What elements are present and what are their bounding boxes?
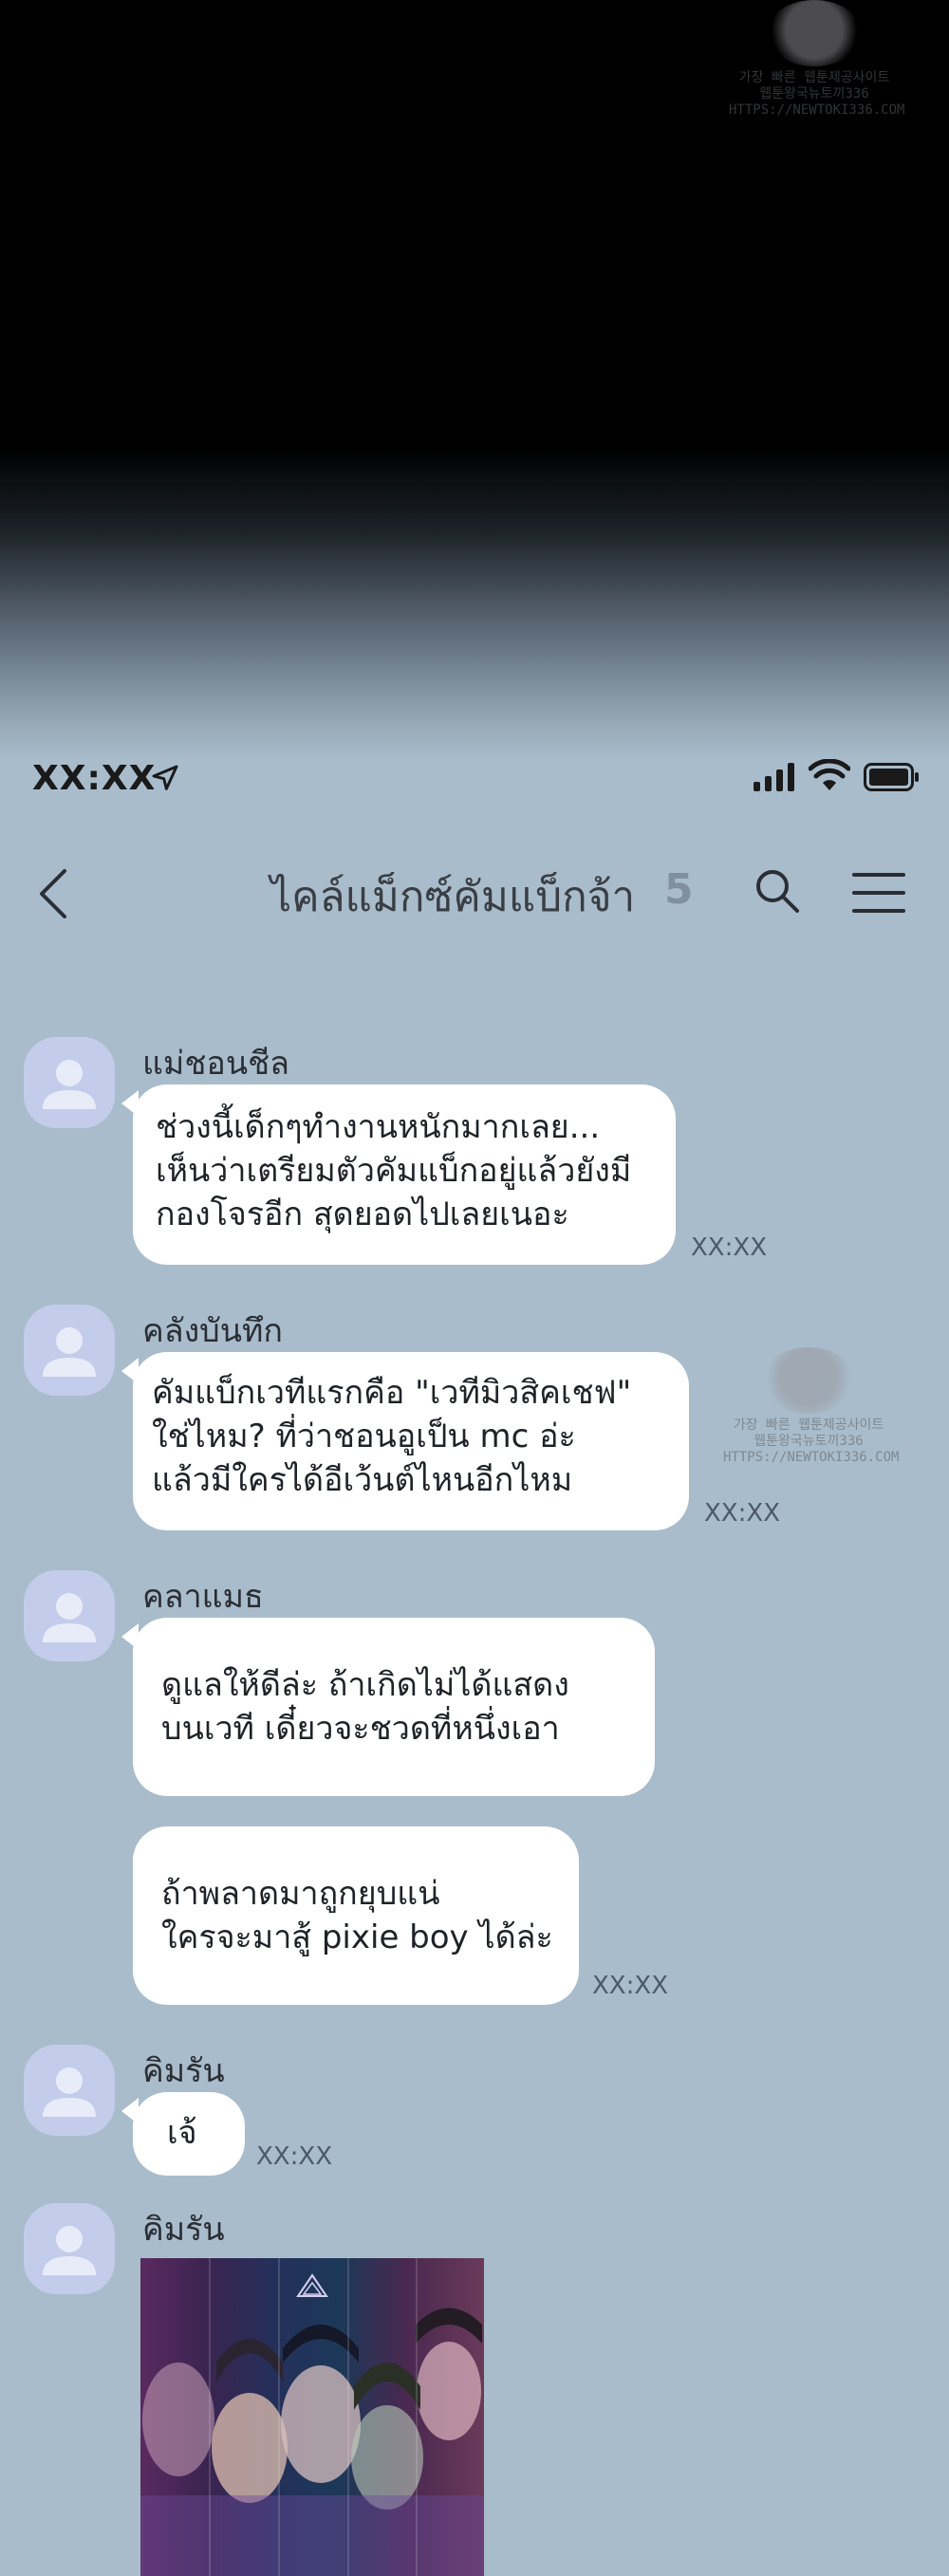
message-line: ถ้าพลาดมาถูกยุบแน่ [161, 1875, 440, 1913]
artwork-divider [347, 2258, 349, 2576]
bubble-tail [121, 2098, 139, 2124]
hamburger-menu-icon[interactable] [850, 871, 907, 915]
sender-name: แม่ชอนชีล [142, 1045, 289, 1083]
user-silhouette-icon [43, 2067, 96, 2117]
message-line: เจ้ [167, 2114, 197, 2152]
message-line: ใช่ไหม? ที่ว่าชอนอูเป็น mc อ่ะ [152, 1418, 576, 1455]
watermark-mascot-icon [767, 0, 862, 66]
sender-name: คิมรัน [142, 2052, 225, 2090]
bubble-tail [121, 1358, 139, 1384]
avatar[interactable] [24, 2045, 115, 2136]
chat-header: ไคล์แม็กซ์คัมแบ็กจ้า 5 [0, 844, 949, 939]
user-silhouette-icon [43, 2226, 96, 2275]
status-bar: XX:XX [0, 750, 949, 806]
watermark-line2: 웹툰왕국뉴토끼336 [754, 1434, 864, 1449]
message-timestamp: XX:XX [704, 1499, 781, 1528]
avatar[interactable] [24, 1305, 115, 1396]
location-arrow-icon [152, 765, 178, 790]
watermark-line1: 가장 빠른 웹툰제공사이트 [733, 1418, 884, 1433]
artwork-divider [416, 2258, 418, 2576]
wifi-icon [809, 759, 850, 790]
signal-bars-icon [754, 763, 794, 791]
watermark-middle: 가장 빠른 웹툰제공사이트 웹툰왕국뉴토끼336 HTTPS://NEWTOKI… [723, 1347, 900, 1466]
watermark-line3: HTTPS://NEWTOKI336.COM [729, 102, 905, 118]
message-line: ใครจะมาสู้ pixie boy ได้ล่ะ [161, 1918, 553, 1956]
sender-name: คลังบันทึก [142, 1312, 284, 1350]
sender-name: คลาแมธ [142, 1578, 264, 1616]
avatar[interactable] [24, 1570, 115, 1661]
chat-title: ไคล์แม็กซ์คัมแบ็กจ้า [270, 873, 636, 921]
user-silhouette-icon [43, 1060, 96, 1109]
member-count: 5 [664, 865, 694, 914]
message-line: คัมแบ็กเวทีแรกคือ "เวทีมิวสิคเชฟ" [152, 1374, 632, 1412]
watermark-mascot-icon [761, 1347, 856, 1414]
message-line: ช่วงนี้เด็กๆทำงานหนักมากเลย... [156, 1108, 601, 1146]
message-bubble[interactable]: ช่วงนี้เด็กๆทำงานหนักมากเลย... เห็นว่าเต… [121, 1084, 676, 1265]
message-line: เห็นว่าเตรียมตัวคัมแบ็กอยู่แล้วยังมี [156, 1152, 632, 1190]
message-bubble[interactable]: ถ้าพลาดมาถูกยุบแน่ ใครจะมาสู้ pixie boy … [133, 1826, 579, 2005]
watermark-line3: HTTPS://NEWTOKI336.COM [723, 1450, 900, 1465]
artwork-divider [209, 2258, 211, 2576]
status-time: XX:XX [32, 759, 157, 798]
search-icon[interactable] [754, 867, 801, 915]
watermark-line1: 가장 빠른 웹툰제공사이트 [738, 70, 890, 85]
avatar[interactable] [24, 1037, 115, 1128]
artwork-illustration [140, 2273, 484, 2576]
bubble-tail [121, 1090, 139, 1117]
watermark-top: 가장 빠른 웹툰제공사이트 웹툰왕국뉴토끼336 HTTPS://NEWTOKI… [729, 0, 905, 119]
user-silhouette-icon [43, 1593, 96, 1642]
message-line: กองโจรอีก สุดยอดไปเลยเนอะ [156, 1195, 569, 1233]
message-timestamp: XX:XX [691, 1233, 768, 1262]
bubble-tail [121, 1623, 139, 1650]
message-bubble[interactable]: เจ้ [121, 2092, 245, 2176]
battery-icon [864, 763, 919, 791]
artwork-divider [278, 2258, 280, 2576]
back-chevron-icon[interactable] [34, 865, 72, 922]
sender-name: คิมรัน [142, 2211, 225, 2249]
message-bubble[interactable]: คัมแบ็กเวทีแรกคือ "เวทีมิวสิคเชฟ" ใช่ไหม… [121, 1352, 689, 1530]
message-line: บนเวที เดี๋ยวจะชวดที่หนึ่งเอา [161, 1710, 560, 1748]
message-line: แล้วมีใครได้อีเว้นต์ไหนอีกไหม [152, 1461, 573, 1499]
watermark-line2: 웹툰왕국뉴토끼336 [759, 86, 869, 102]
message-bubble[interactable]: ดูแลให้ดีล่ะ ถ้าเกิดไม่ได้แสดง บนเวที เด… [121, 1618, 655, 1796]
message-line: ดูแลให้ดีล่ะ ถ้าเกิดไม่ได้แสดง [161, 1666, 569, 1704]
group-artwork-image[interactable] [140, 2258, 484, 2576]
message-timestamp: XX:XX [256, 2142, 333, 2171]
user-silhouette-icon [43, 1327, 96, 1377]
message-timestamp: XX:XX [592, 1972, 669, 2000]
avatar[interactable] [24, 2203, 115, 2294]
